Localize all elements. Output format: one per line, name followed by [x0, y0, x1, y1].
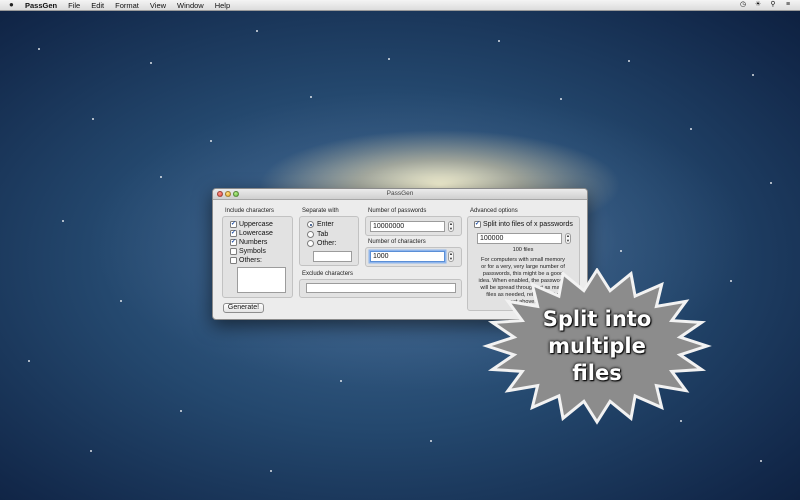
window-titlebar[interactable]: PassGen	[213, 189, 587, 200]
separator-other-option[interactable]: Other:	[307, 240, 336, 247]
symbols-option[interactable]: Symbols	[230, 248, 266, 255]
lowercase-option[interactable]: ✓ Lowercase	[230, 230, 273, 237]
include-characters-label: Include characters	[225, 208, 275, 214]
symbols-checkbox[interactable]	[230, 248, 237, 255]
number-of-characters-label: Number of characters	[368, 239, 426, 245]
advanced-options-label: Advanced options	[470, 208, 518, 214]
others-characters-field[interactable]	[237, 267, 286, 293]
others-option[interactable]: Others:	[230, 257, 262, 264]
menu-view[interactable]: View	[150, 1, 166, 10]
tab-radio[interactable]	[307, 231, 314, 238]
brightness-icon[interactable]: ☀	[754, 1, 762, 9]
spotlight-icon[interactable]: ⚲	[769, 1, 777, 9]
passwords-stepper[interactable]: ▲ ▼	[448, 221, 454, 232]
split-size-stepper[interactable]: ▲ ▼	[565, 233, 571, 244]
uppercase-checkbox[interactable]: ✓	[230, 221, 237, 228]
menu-help[interactable]: Help	[215, 1, 230, 10]
numbers-checkbox[interactable]: ✓	[230, 239, 237, 246]
files-count-text: 100 files	[512, 247, 534, 253]
promo-line-2: multiple	[548, 334, 646, 358]
others-checkbox[interactable]	[230, 257, 237, 264]
menu-file[interactable]: File	[68, 1, 80, 10]
promo-line-1: Split into	[542, 307, 652, 331]
menu-window[interactable]: Window	[177, 1, 204, 10]
numbers-option[interactable]: ✓ Numbers	[230, 239, 267, 246]
menu-bar: ● PassGen File Edit Format View Window H…	[0, 0, 800, 11]
other-radio[interactable]	[307, 240, 314, 247]
list-icon[interactable]: ≡	[784, 1, 792, 9]
number-of-passwords-field[interactable]: 10000000	[370, 221, 445, 232]
split-files-option[interactable]: ✓ Split into files of x passwords	[474, 221, 573, 228]
lowercase-checkbox[interactable]: ✓	[230, 230, 237, 237]
promo-starburst: Split into multiple files	[482, 268, 712, 428]
menu-app-name[interactable]: PassGen	[25, 1, 57, 10]
uppercase-option[interactable]: ✓ Uppercase	[230, 221, 273, 228]
split-size-field[interactable]: 100000	[477, 233, 562, 244]
generate-button[interactable]: Generate!	[223, 303, 264, 313]
apple-menu-icon[interactable]: ●	[9, 1, 17, 9]
promo-text: Split into multiple files	[482, 306, 712, 387]
menu-format[interactable]: Format	[115, 1, 139, 10]
separator-enter-option[interactable]: Enter	[307, 221, 334, 228]
promo-line-3: files	[572, 361, 622, 385]
number-of-characters-field[interactable]: 1000	[370, 251, 445, 262]
menu-edit[interactable]: Edit	[91, 1, 104, 10]
other-separator-field[interactable]	[313, 251, 352, 262]
separate-with-label: Separate with	[302, 208, 339, 214]
enter-radio[interactable]	[307, 221, 314, 228]
clock-icon[interactable]: ◷	[739, 1, 747, 9]
number-of-passwords-label: Number of passwords	[368, 208, 427, 214]
exclude-characters-label: Exclude characters	[302, 271, 354, 277]
separator-tab-option[interactable]: Tab	[307, 231, 328, 238]
exclude-characters-field[interactable]	[306, 283, 456, 293]
window-title: PassGen	[386, 190, 414, 197]
characters-stepper[interactable]: ▲ ▼	[448, 251, 454, 262]
split-files-checkbox[interactable]: ✓	[474, 221, 481, 228]
